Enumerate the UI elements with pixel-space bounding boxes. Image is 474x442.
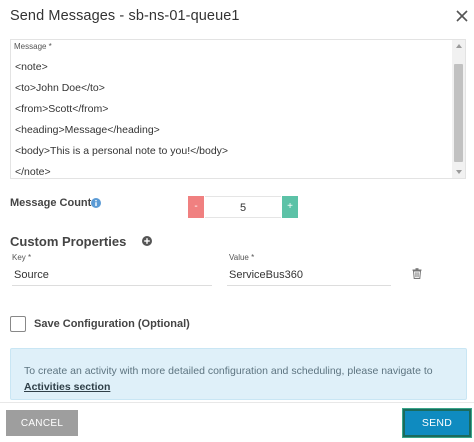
cancel-button[interactable]: CANCEL	[6, 410, 78, 436]
trash-icon[interactable]	[412, 268, 422, 279]
dialog-header: Send Messages - sb-ns-01-queue1	[0, 0, 474, 34]
info-banner: To create an activity with more detailed…	[10, 348, 467, 400]
value-label: Value *	[229, 253, 255, 262]
send-button[interactable]: SEND	[403, 409, 471, 437]
info-banner-text: To create an activity with more detailed…	[24, 363, 454, 395]
decrement-button[interactable]: -	[188, 196, 204, 218]
info-icon[interactable]	[91, 198, 101, 208]
dialog-footer: CANCEL SEND	[0, 402, 474, 442]
custom-properties-title: Custom Properties	[10, 234, 127, 249]
plus-circle-icon[interactable]	[142, 236, 152, 246]
scrollbar-thumb[interactable]	[454, 64, 463, 162]
message-count-input[interactable]: 5	[205, 196, 281, 218]
message-textarea[interactable]: Message * <note> <to>John Doe</to> <from…	[10, 39, 466, 179]
key-label: Key *	[12, 253, 32, 262]
close-icon[interactable]	[456, 10, 468, 22]
value-input[interactable]: ServiceBus360	[227, 266, 391, 286]
message-count-stepper: - 5 +	[188, 196, 298, 218]
dialog-title: Send Messages - sb-ns-01-queue1	[10, 8, 240, 24]
save-configuration-label: Save Configuration (Optional)	[34, 318, 190, 330]
message-line: <from>Scott</from>	[15, 103, 109, 115]
message-line: <to>John Doe</to>	[15, 82, 105, 94]
scroll-down-icon[interactable]	[456, 170, 462, 174]
message-line: <note>	[15, 61, 48, 73]
key-input[interactable]: Source	[12, 266, 212, 286]
message-scrollbar[interactable]	[452, 40, 465, 178]
scroll-up-icon[interactable]	[456, 44, 462, 48]
message-line: </note>	[15, 166, 51, 178]
save-configuration-checkbox[interactable]	[10, 316, 26, 332]
message-label: Message *	[14, 42, 52, 51]
info-banner-message: To create an activity with more detailed…	[24, 365, 433, 377]
message-content[interactable]: <note> <to>John Doe</to> <from>Scott</fr…	[15, 57, 447, 183]
message-line: <heading>Message</heading>	[15, 124, 160, 136]
message-line: <body>This is a personal note to you!</b…	[15, 145, 229, 157]
message-count-label: Message Count	[10, 197, 92, 209]
increment-button[interactable]: +	[282, 196, 298, 218]
activities-section-link[interactable]: Activities section	[24, 381, 110, 393]
